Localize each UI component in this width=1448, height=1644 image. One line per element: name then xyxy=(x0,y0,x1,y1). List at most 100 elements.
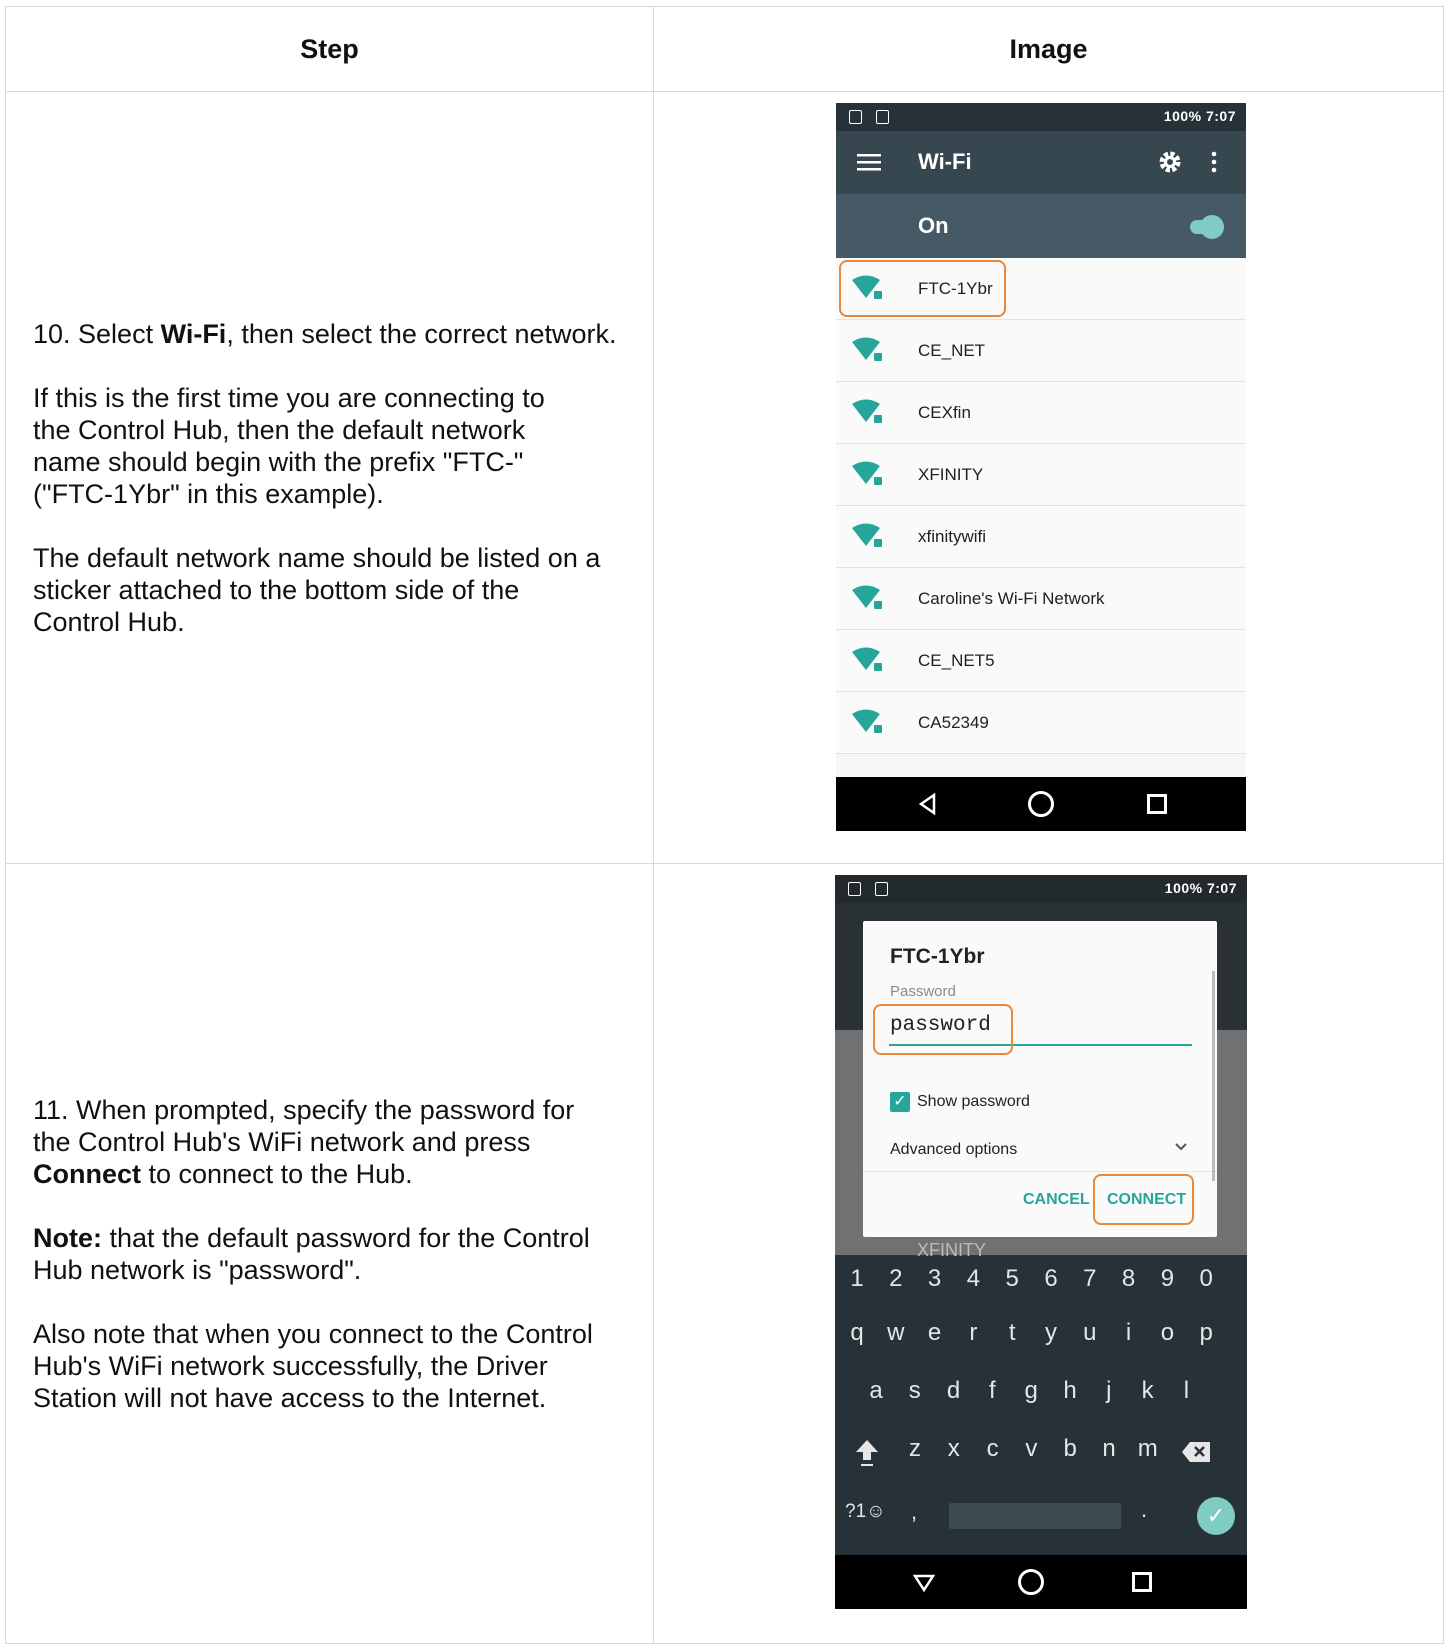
key[interactable]: q xyxy=(837,1319,877,1347)
wifi-signal-icon xyxy=(850,460,884,488)
menu-icon[interactable] xyxy=(857,153,881,171)
key[interactable]: w xyxy=(876,1319,916,1347)
key[interactable]: 8 xyxy=(1109,1265,1149,1293)
key[interactable]: h xyxy=(1050,1377,1090,1405)
network-row[interactable]: XFINITY xyxy=(836,444,1246,506)
key[interactable]: g xyxy=(1011,1377,1051,1405)
key[interactable]: l xyxy=(1166,1377,1206,1405)
keyboard-a-row: asdfghjkl xyxy=(835,1377,1247,1417)
key[interactable]: m xyxy=(1128,1435,1168,1463)
recent-apps-icon[interactable] xyxy=(1147,794,1167,814)
key[interactable]: t xyxy=(992,1319,1032,1347)
sim-notification-icon xyxy=(876,110,889,124)
status-bar: 100% 7:07 xyxy=(836,103,1246,131)
backspace-icon[interactable] xyxy=(1181,1441,1211,1463)
overflow-menu-icon[interactable] xyxy=(1211,151,1217,173)
password-label: Password xyxy=(890,983,956,1000)
key[interactable]: j xyxy=(1089,1377,1129,1405)
key[interactable]: b xyxy=(1050,1435,1090,1463)
network-row[interactable]: CE_NET5 xyxy=(836,630,1246,692)
header-step: Step xyxy=(5,6,654,92)
shift-icon[interactable] xyxy=(853,1437,881,1469)
step-paragraph: Note: that the default password for the … xyxy=(33,1222,590,1285)
advanced-options[interactable]: Advanced options xyxy=(890,1141,1017,1159)
key[interactable]: c xyxy=(973,1435,1013,1463)
password-highlight-box xyxy=(873,1004,1013,1055)
key[interactable]: 2 xyxy=(876,1265,916,1293)
key[interactable]: r xyxy=(953,1319,993,1347)
cancel-button[interactable]: CANCEL xyxy=(1023,1191,1090,1209)
key[interactable]: a xyxy=(856,1377,896,1405)
key[interactable]: d xyxy=(934,1377,974,1405)
wifi-signal-icon xyxy=(850,646,884,674)
soft-keyboard: 1234567890 qwertyuiop asdfghjkl zxcvbnm … xyxy=(835,1257,1247,1555)
show-password-checkbox[interactable]: ✓ xyxy=(890,1092,910,1112)
recent-apps-icon[interactable] xyxy=(1132,1572,1152,1592)
key[interactable]: z xyxy=(895,1435,935,1463)
wifi-signal-icon xyxy=(850,336,884,364)
status-text: 100% 7:07 xyxy=(1164,880,1237,896)
back-icon[interactable] xyxy=(914,790,942,818)
network-name: XFINITY xyxy=(918,465,984,484)
network-name: xfinitywifi xyxy=(918,527,987,546)
chevron-down-icon[interactable] xyxy=(1173,1139,1189,1155)
network-row[interactable]: CE_NET xyxy=(836,320,1246,382)
home-icon[interactable] xyxy=(1028,791,1054,817)
symbols-key[interactable]: ?1☺ xyxy=(845,1501,886,1523)
back-down-icon[interactable] xyxy=(910,1568,938,1596)
key[interactable]: 1 xyxy=(837,1265,877,1293)
connect-highlight-box xyxy=(1093,1174,1194,1225)
step-row-11: 11. When prompted, specify the password … xyxy=(5,863,1444,1644)
network-row[interactable]: CA52349 xyxy=(836,692,1246,754)
key[interactable]: i xyxy=(1109,1319,1149,1347)
key[interactable]: 7 xyxy=(1070,1265,1110,1293)
wifi-signal-icon xyxy=(850,584,884,612)
key[interactable]: p xyxy=(1186,1319,1226,1347)
step-paragraph: If this is the first time you are connec… xyxy=(33,382,545,509)
network-name: CA52349 xyxy=(918,713,989,732)
key[interactable]: o xyxy=(1147,1319,1187,1347)
home-icon[interactable] xyxy=(1018,1569,1044,1595)
network-name: CE_NET xyxy=(918,341,986,360)
comma-key[interactable]: , xyxy=(911,1499,917,1525)
key[interactable]: y xyxy=(1031,1319,1071,1347)
wifi-toggle-bar[interactable]: On xyxy=(836,194,1246,258)
header-row: Step Image xyxy=(5,6,1444,92)
instruction-table: Step Image 10. Select Wi-Fi, then select… xyxy=(5,6,1444,1644)
app-bar: Wi-Fi xyxy=(836,131,1246,194)
key[interactable]: 0 xyxy=(1186,1265,1226,1293)
keyboard-number-row: 1234567890 xyxy=(835,1265,1247,1305)
wifi-signal-icon xyxy=(850,708,884,736)
network-row[interactable]: xfinitywifi xyxy=(836,506,1246,568)
key[interactable]: k xyxy=(1128,1377,1168,1405)
key[interactable]: s xyxy=(895,1377,935,1405)
image-cell: 100% 7:07 XFINITY FTC-1Ybr Password pass… xyxy=(653,863,1444,1644)
period-key[interactable]: . xyxy=(1141,1497,1147,1523)
step-paragraph: The default network name should be liste… xyxy=(33,542,601,637)
key[interactable]: 3 xyxy=(915,1265,955,1293)
key[interactable]: 6 xyxy=(1031,1265,1071,1293)
key[interactable]: v xyxy=(1011,1435,1051,1463)
network-row[interactable]: CEXfin xyxy=(836,382,1246,444)
key[interactable]: f xyxy=(972,1377,1012,1405)
image-notification-icon xyxy=(848,882,861,896)
key[interactable]: u xyxy=(1070,1319,1110,1347)
nav-bar xyxy=(835,1555,1247,1609)
key[interactable]: e xyxy=(915,1319,955,1347)
wifi-switch-knob[interactable] xyxy=(1200,215,1224,239)
network-name: CE_NET5 xyxy=(918,651,995,670)
app-title: Wi-Fi xyxy=(918,149,972,174)
key[interactable]: 4 xyxy=(953,1265,993,1293)
wifi-signal-icon xyxy=(850,398,884,426)
key[interactable]: n xyxy=(1089,1435,1129,1463)
network-row[interactable]: Caroline's Wi-Fi Network xyxy=(836,568,1246,630)
network-highlight-box xyxy=(839,260,1006,317)
key[interactable]: x xyxy=(934,1435,974,1463)
enter-check-icon[interactable]: ✓ xyxy=(1197,1497,1235,1535)
nav-bar xyxy=(836,777,1246,831)
key[interactable]: 5 xyxy=(992,1265,1032,1293)
space-bar[interactable] xyxy=(949,1503,1121,1529)
key[interactable]: 9 xyxy=(1147,1265,1187,1293)
network-name: Caroline's Wi-Fi Network xyxy=(918,589,1105,608)
gear-icon[interactable] xyxy=(1158,150,1182,174)
